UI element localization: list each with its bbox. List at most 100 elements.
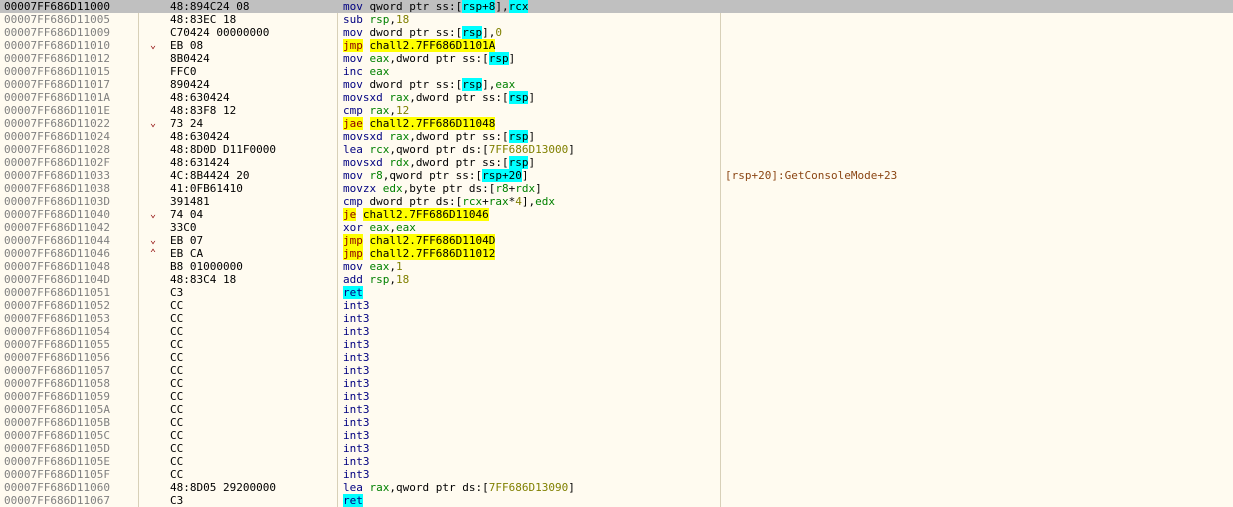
instruction-row[interactable]: 00007FF686D11033 4C:8B4424 20 mov r8,qword… [0,169,1233,182]
instruction-row[interactable]: 00007FF686D11022 ⌄ 73 24 jae chall2.7FF686D… [0,117,1233,130]
instruction-row[interactable]: 00007FF686D11055 CC int3 [0,338,1233,351]
disassembly-cell: jmp chall2.7FF686D1101A [343,39,719,52]
disassembly-cell: xor eax,eax [343,221,719,234]
operand-text: ] [528,91,536,104]
instruction-row[interactable]: 00007FF686D11056 CC int3 [0,351,1233,364]
instruction-row[interactable]: 00007FF686D11048 B8 01000000 mov eax,1 [0,260,1233,273]
register: rdx [389,156,410,169]
operand-text: , [389,260,396,273]
instruction-row[interactable]: 00007FF686D11024 48:630424 movsxd rax,dwor… [0,130,1233,143]
instruction-row[interactable]: 00007FF686D1102F 48:631424 movsxd rdx,dwor… [0,156,1233,169]
bytes-cell: CC [170,390,184,403]
operand-text: ], [521,195,536,208]
instruction-row[interactable]: 00007FF686D11005 48:83EC 18 sub rsp,18 [0,13,1233,26]
instruction-row[interactable]: 00007FF686D1103D 391481 cmp dword ptr ds:[… [0,195,1233,208]
instruction-row[interactable]: 00007FF686D11010 ⌄ EB 08 jmp chall2.7FF686D… [0,39,1233,52]
mnemonic: int3 [343,325,370,338]
register: edx [382,182,403,195]
disassembly-cell: int3 [343,468,719,481]
mnemonic: mov [343,78,370,91]
disassembly-cell: jmp chall2.7FF686D1104D [343,234,719,247]
address-cell: 00007FF686D1105B [4,416,110,429]
instruction-row[interactable]: 00007FF686D11053 CC int3 [0,312,1233,325]
address-cell: 00007FF686D1101A [4,91,110,104]
address-cell: 00007FF686D11033 [4,169,110,182]
instruction-row[interactable]: 00007FF686D11046 ⌃ EB CA jmp chall2.7FF686D… [0,247,1233,260]
instruction-row[interactable]: 00007FF686D1105F CC int3 [0,468,1233,481]
instruction-row[interactable]: 00007FF686D11067 C3 ret [0,494,1233,507]
operand-text: ss: [482,156,502,169]
operand-text: [ [501,130,509,143]
immediate: +20 [501,169,522,182]
register: eax [495,78,516,91]
instruction-row[interactable]: 00007FF686D11057 CC int3 [0,364,1233,377]
disassembly-view[interactable]: 00007FF686D11000 48:894C24 08 mov qword pt… [0,0,1233,507]
instruction-row[interactable]: 00007FF686D11017 890424 mov dword ptr ss:[… [0,78,1233,91]
operand-text: [ [482,143,489,156]
bytes-cell: 4C:8B4424 20 [170,169,250,182]
instruction-row[interactable]: 00007FF686D11051 C3 ret [0,286,1233,299]
mnemonic: mov [343,169,370,182]
instruction-row[interactable]: 00007FF686D1104D 48:83C4 18 add rsp,18 [0,273,1233,286]
register: rsp [369,13,390,26]
bytes-cell: CC [170,364,184,377]
mnemonic: movsxd [343,130,390,143]
instruction-row[interactable]: 00007FF686D11058 CC int3 [0,377,1233,390]
instruction-row[interactable]: 00007FF686D1105C CC int3 [0,429,1233,442]
operand-text: ,qword ptr [389,143,463,156]
register: rsp [508,130,529,143]
register: rax [369,104,390,117]
instruction-row[interactable]: 00007FF686D1101E 48:83F8 12 cmp rax,12 [0,104,1233,117]
bytes-cell: CC [170,377,184,390]
mnemonic: cmp [343,195,370,208]
instruction-row[interactable]: 00007FF686D11044 ⌄ EB 07 jmp chall2.7FF686D… [0,234,1233,247]
instruction-row[interactable]: 00007FF686D11054 CC int3 [0,325,1233,338]
instruction-row[interactable]: 00007FF686D11060 48:8D05 29200000 lea rax,… [0,481,1233,494]
instruction-row[interactable]: 00007FF686D11059 CC int3 [0,390,1233,403]
mnemonic: lea [343,481,370,494]
instruction-row[interactable]: 00007FF686D11012 8B0424 mov eax,dword ptr … [0,52,1233,65]
instruction-row[interactable]: 00007FF686D1101A 48:630424 movsxd rax,dwor… [0,91,1233,104]
instruction-row[interactable]: 00007FF686D11052 CC int3 [0,299,1233,312]
address-cell: 00007FF686D11057 [4,364,110,377]
instruction-row[interactable]: 00007FF686D11015 FFC0 inc eax [0,65,1233,78]
operand-text: ss: [482,91,502,104]
immediate: +8 [482,0,496,13]
instruction-row[interactable]: 00007FF686D1105E CC int3 [0,455,1233,468]
address-cell: 00007FF686D11055 [4,338,110,351]
operand-text: ss: [435,0,456,13]
instruction-row[interactable]: 00007FF686D11009 C70424 00000000 mov dword… [0,26,1233,39]
bytes-cell: EB CA [170,247,204,260]
register: rax [369,481,390,494]
address-cell: 00007FF686D1101E [4,104,110,117]
instruction-row[interactable]: 00007FF686D1105A CC int3 [0,403,1233,416]
disassembly-cell: lea rax,qword ptr ds:[7FF686D13090] [343,481,719,494]
operand-text: ,qword ptr [382,169,456,182]
bytes-cell: 48:630424 [170,130,230,143]
immediate: 7FF686D13090 [488,481,569,494]
instruction-row[interactable]: 00007FF686D11042 33C0 xor eax,eax [0,221,1233,234]
register: eax [396,221,416,234]
operand-text: ds: [468,182,489,195]
instruction-row[interactable]: 00007FF686D11038 41:0FB61410 movzx edx,byt… [0,182,1233,195]
disassembly-cell: int3 [343,377,719,390]
address-cell: 00007FF686D1103D [4,195,110,208]
instruction-row[interactable]: 00007FF686D11000 48:894C24 08 mov qword pt… [0,0,1233,13]
operand-text: ss: [462,52,483,65]
instruction-row[interactable]: 00007FF686D11040 ⌄ 74 04 je chall2.7FF686D1… [0,208,1233,221]
bytes-cell: CC [170,312,184,325]
instruction-row[interactable]: 00007FF686D1105D CC int3 [0,442,1233,455]
bytes-cell: 73 24 [170,117,204,130]
disassembly-cell: lea rcx,qword ptr ds:[7FF686D13000] [343,143,719,156]
mnemonic: je [343,208,357,221]
operand-text: chall2.7FF686D11048 [369,117,496,130]
immediate: 4 [515,195,522,208]
operand-text: ] [535,182,542,195]
mnemonic: mov [343,260,370,273]
bytes-cell: CC [170,403,184,416]
operand-text [363,247,370,260]
disassembly-cell: mov r8,qword ptr ss:[rsp+20] [343,169,719,182]
mnemonic: jmp [343,247,363,260]
instruction-row[interactable]: 00007FF686D11028 48:8D0D D11F0000 lea rcx,… [0,143,1233,156]
instruction-row[interactable]: 00007FF686D1105B CC int3 [0,416,1233,429]
